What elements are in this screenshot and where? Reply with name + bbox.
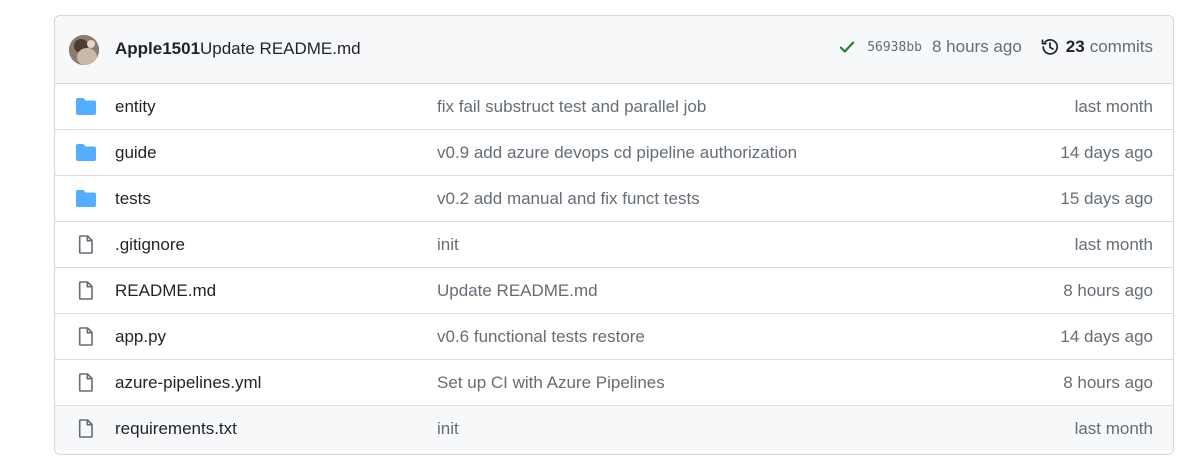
file-commit-message-link[interactable]: v0.9 add azure devops cd pipeline author… [437,143,797,163]
file-name-link[interactable]: requirements.txt [115,419,237,439]
file-row[interactable]: .gitignore init last month [55,221,1173,267]
file-commit-time: last month [1074,419,1153,438]
file-commit-time: last month [1074,97,1153,116]
commit-message-link[interactable]: Update README.md [200,39,361,59]
folder-icon [75,189,97,208]
commit-count: 23 [1065,37,1085,56]
commits-history-link[interactable]: 23 commits [1040,37,1153,57]
file-row[interactable]: app.py v0.6 functional tests restore 14 … [55,313,1173,359]
commit-sha-link[interactable]: 56938bb [867,40,922,55]
file-name-link[interactable]: .gitignore [115,235,185,255]
file-name-link[interactable]: app.py [115,327,166,347]
file-commit-message-link[interactable]: Set up CI with Azure Pipelines [437,373,665,393]
latest-commit-bar: Apple1501 Update README.md 56938bb 8 hou… [55,16,1173,84]
file-commit-time: 14 days ago [1060,143,1153,162]
file-commit-message-link[interactable]: v0.6 functional tests restore [437,327,645,347]
file-commit-message-link[interactable]: init [437,419,459,439]
file-icon [75,327,97,346]
file-row[interactable]: tests v0.2 add manual and fix funct test… [55,175,1173,221]
file-commit-message-link[interactable]: init [437,235,459,255]
file-name-link[interactable]: entity [115,97,156,117]
folder-icon [75,143,97,162]
file-row[interactable]: entity fix fail substruct test and paral… [55,84,1173,129]
file-icon [75,419,97,438]
file-name-link[interactable]: tests [115,189,151,209]
commit-time: 8 hours ago [932,37,1022,56]
file-icon [75,373,97,392]
file-commit-message-link[interactable]: Update README.md [437,281,598,301]
file-icon [75,235,97,254]
file-name-link[interactable]: README.md [115,281,216,301]
commit-meta: 56938bb 8 hours ago 23 commits [838,37,1153,57]
file-commit-time: 8 hours ago [1063,373,1153,392]
file-row[interactable]: azure-pipelines.yml Set up CI with Azure… [55,359,1173,405]
file-name-link[interactable]: guide [115,143,157,163]
file-name-link[interactable]: azure-pipelines.yml [115,373,261,393]
file-commit-time: 15 days ago [1060,189,1153,208]
file-commit-message-link[interactable]: fix fail substruct test and parallel job [437,97,706,117]
file-commit-time: 14 days ago [1060,327,1153,346]
commit-author-link[interactable]: Apple1501 [115,39,200,59]
file-browser: Apple1501 Update README.md 56938bb 8 hou… [54,15,1174,455]
file-commit-time: last month [1074,235,1153,254]
file-list: entity fix fail substruct test and paral… [55,84,1173,451]
file-commit-message-link[interactable]: v0.2 add manual and fix funct tests [437,189,700,209]
file-commit-time: 8 hours ago [1063,281,1153,300]
file-row[interactable]: guide v0.9 add azure devops cd pipeline … [55,129,1173,175]
check-icon[interactable] [838,38,856,56]
commits-label: commits [1089,37,1153,56]
file-row[interactable]: requirements.txt init last month [55,405,1173,451]
file-row[interactable]: README.md Update README.md 8 hours ago [55,267,1173,313]
file-icon [75,281,97,300]
folder-icon [75,97,97,116]
avatar[interactable] [69,35,99,65]
history-icon [1040,37,1060,57]
